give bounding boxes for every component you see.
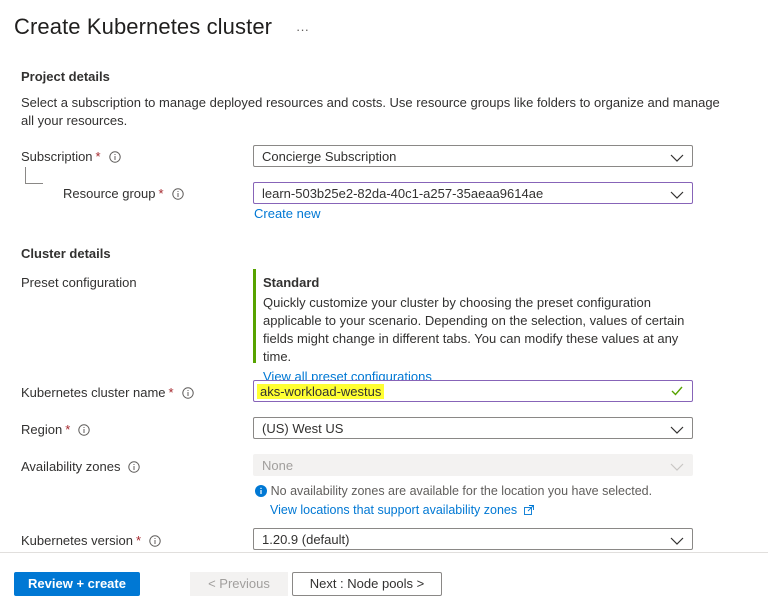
info-icon[interactable] — [108, 151, 121, 166]
subscription-dropdown[interactable]: Concierge Subscription — [253, 145, 693, 167]
required-asterisk: * — [168, 385, 174, 400]
chevron-down-icon — [670, 423, 684, 438]
availability-zones-notice: No availability zones are available for … — [255, 483, 695, 518]
resource-group-value: learn-503b25e2-82da-40c1-a257-35aeaa9614… — [262, 186, 544, 201]
info-icon[interactable] — [149, 535, 161, 550]
external-link-icon[interactable] — [523, 503, 534, 518]
availability-zones-notice-text: No availability zones are available for … — [270, 484, 653, 498]
subscription-value: Concierge Subscription — [262, 149, 397, 164]
preset-description: Quickly customize your cluster by choosi… — [263, 295, 685, 364]
chevron-down-icon — [670, 188, 684, 203]
project-details-description: Select a subscription to manage deployed… — [21, 95, 720, 128]
review-create-button[interactable]: Review + create — [14, 572, 140, 596]
create-new-resource-group-link[interactable]: Create new — [254, 206, 320, 221]
previous-button[interactable]: < Previous — [190, 572, 288, 596]
project-details-heading: Project details — [21, 69, 110, 84]
resource-group-label-text: Resource group — [63, 186, 156, 201]
cluster-name-input[interactable]: aks-workload-westus — [253, 380, 693, 402]
chevron-down-icon — [670, 534, 684, 549]
preset-configuration-label: Preset configuration — [21, 275, 137, 290]
region-label: Region * — [21, 422, 90, 439]
page-title: Create Kubernetes cluster — [14, 14, 273, 39]
subscription-label-text: Subscription — [21, 149, 93, 164]
subscription-label: Subscription * — [21, 149, 121, 166]
availability-zones-label-text: Availability zones — [21, 459, 121, 474]
required-asterisk: * — [158, 186, 164, 201]
cluster-name-label: Kubernetes cluster name * — [21, 385, 194, 402]
region-value: (US) West US — [262, 421, 344, 436]
more-options-button[interactable]: ··· — [296, 22, 309, 37]
availability-zones-dropdown[interactable]: None — [253, 454, 693, 476]
checkmark-icon — [670, 385, 684, 400]
resource-group-dropdown[interactable]: learn-503b25e2-82da-40c1-a257-35aeaa9614… — [253, 182, 693, 204]
preset-title: Standard — [263, 275, 320, 290]
kubernetes-version-value: 1.20.9 (default) — [262, 532, 350, 547]
region-dropdown[interactable]: (US) West US — [253, 417, 693, 439]
preset-configuration-panel: Standard Quickly customize your cluster … — [253, 269, 693, 384]
cluster-details-heading: Cluster details — [21, 246, 111, 261]
view-locations-link[interactable]: View locations that support availability… — [270, 503, 517, 517]
info-icon[interactable] — [78, 424, 90, 439]
chevron-down-icon — [670, 460, 684, 475]
required-asterisk: * — [95, 149, 101, 164]
next-node-pools-button[interactable]: Next : Node pools > — [292, 572, 442, 596]
info-filled-icon — [255, 485, 267, 500]
kubernetes-version-dropdown[interactable]: 1.20.9 (default) — [253, 528, 693, 550]
kubernetes-version-label: Kubernetes version * — [21, 533, 161, 550]
required-asterisk: * — [136, 533, 142, 548]
availability-zones-label: Availability zones — [21, 459, 141, 476]
kubernetes-version-label-text: Kubernetes version — [21, 533, 134, 548]
cluster-name-value: aks-workload-westus — [257, 384, 385, 399]
info-icon[interactable] — [181, 387, 194, 402]
info-icon[interactable] — [171, 188, 184, 203]
availability-zones-value: None — [262, 458, 294, 473]
tree-connector — [25, 167, 43, 184]
cluster-name-label-text: Kubernetes cluster name — [21, 385, 166, 400]
region-label-text: Region — [21, 422, 63, 437]
required-asterisk: * — [65, 422, 71, 437]
chevron-down-icon — [670, 151, 684, 166]
resource-group-label: Resource group * — [63, 186, 184, 203]
info-icon[interactable] — [128, 461, 141, 476]
